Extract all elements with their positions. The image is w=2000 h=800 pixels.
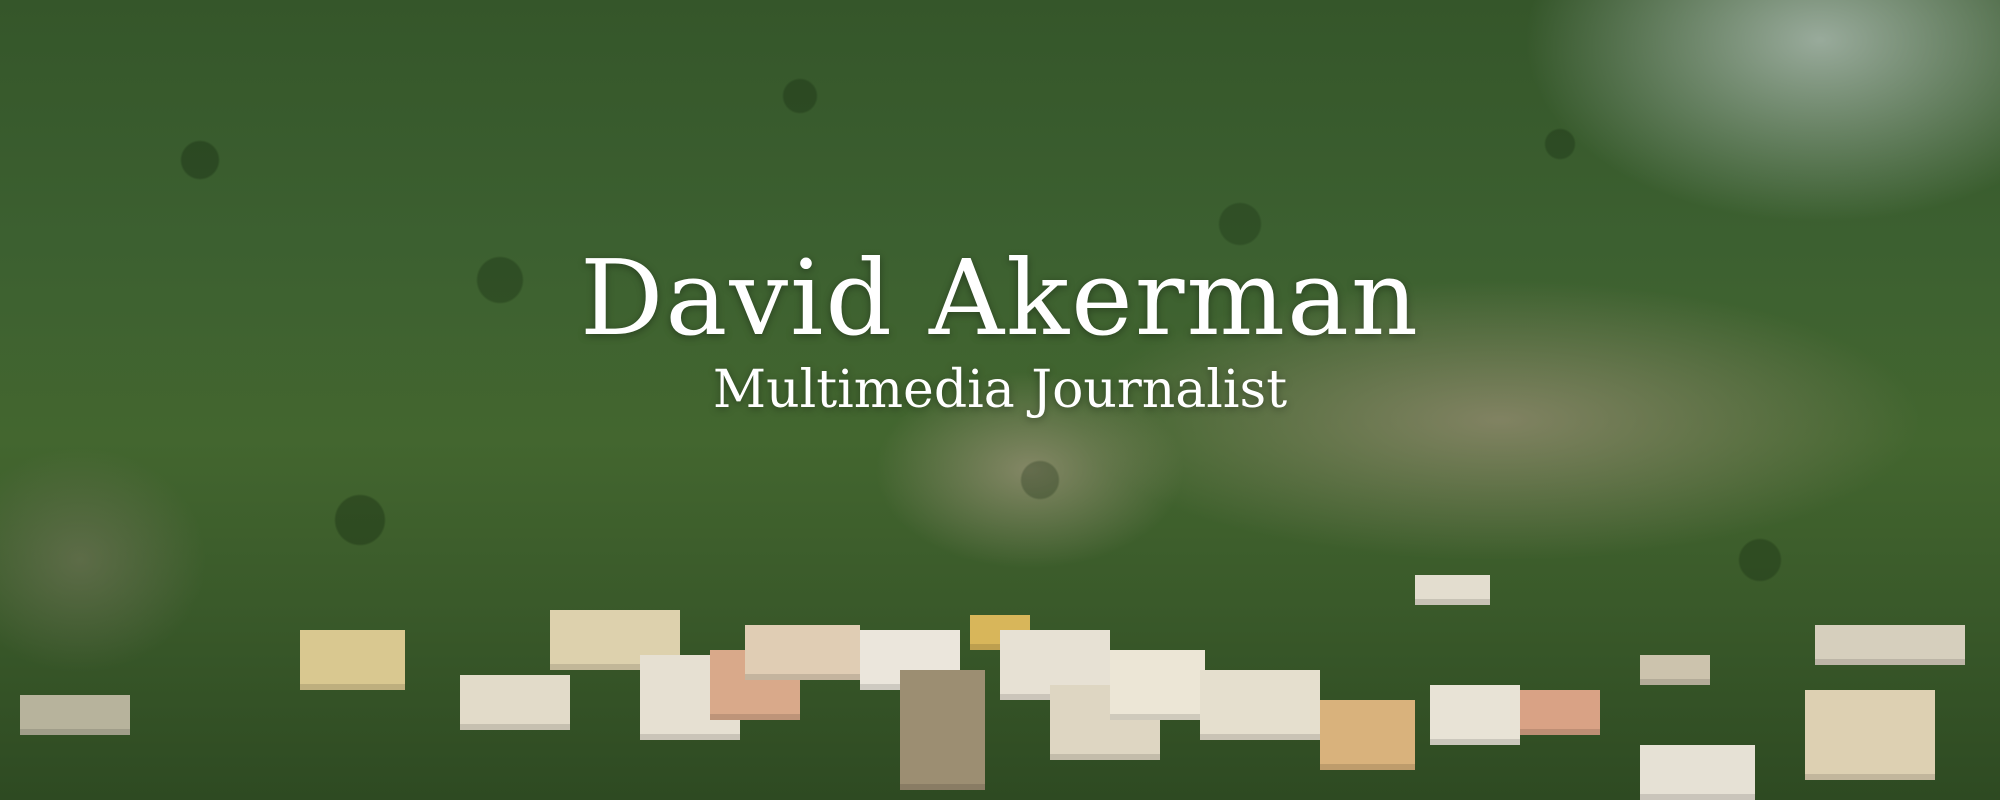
building [1430,685,1520,745]
building [1520,690,1600,735]
title-block: David Akerman Multimedia Journalist [0,237,2000,422]
building [1415,575,1490,605]
building [1200,670,1320,740]
building [20,695,130,735]
building [1640,745,1755,800]
hillside-village [0,540,2000,800]
building [1320,700,1415,770]
building [900,670,985,790]
building [1110,650,1205,720]
building [460,675,570,730]
building [300,630,405,690]
building [1805,690,1935,780]
building [745,625,860,680]
site-subtitle: Multimedia Journalist [712,360,1288,421]
site-title: David Akerman [579,237,1421,359]
hero-banner: David Akerman Multimedia Journalist [0,0,2000,800]
building [1815,625,1965,665]
building [1640,655,1710,685]
